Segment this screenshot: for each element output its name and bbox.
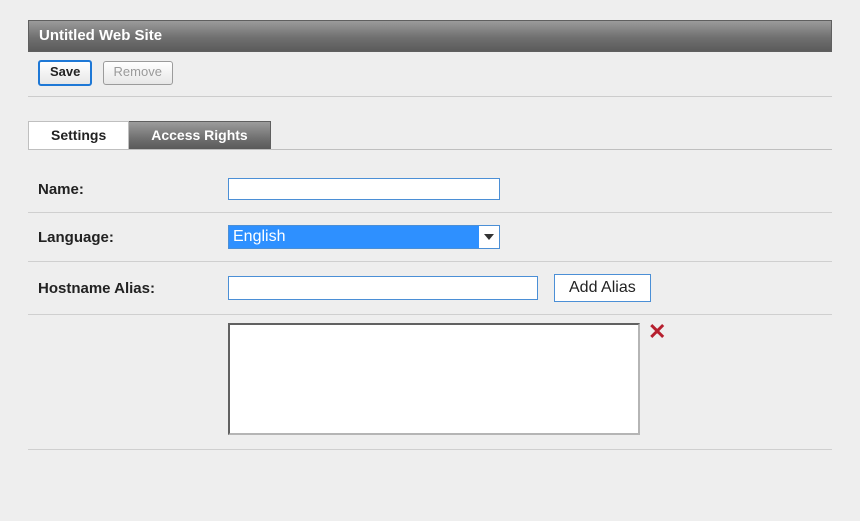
tab-access-rights[interactable]: Access Rights bbox=[128, 121, 270, 149]
save-button[interactable]: Save bbox=[38, 60, 92, 86]
name-label: Name: bbox=[38, 181, 228, 198]
remove-button: Remove bbox=[103, 61, 173, 85]
row-name: Name: bbox=[28, 166, 832, 213]
settings-form: Name: Language: English Hostname Alias: … bbox=[28, 166, 832, 450]
tabs: SettingsAccess Rights bbox=[28, 121, 832, 150]
language-label: Language: bbox=[38, 229, 228, 246]
language-selected: English bbox=[229, 226, 479, 248]
alias-textarea[interactable] bbox=[228, 323, 640, 435]
page-title: Untitled Web Site bbox=[28, 20, 832, 52]
language-dropdown[interactable]: English bbox=[228, 225, 500, 249]
hostname-label: Hostname Alias: bbox=[38, 280, 228, 297]
tab-settings[interactable]: Settings bbox=[28, 121, 129, 149]
page-title-text: Untitled Web Site bbox=[39, 27, 162, 44]
row-alias-list: ✕ bbox=[28, 315, 832, 450]
action-toolbar: Save Remove bbox=[28, 52, 832, 97]
row-hostname: Hostname Alias: Add Alias bbox=[28, 262, 832, 315]
chevron-down-icon bbox=[479, 226, 499, 248]
row-language: Language: English bbox=[28, 213, 832, 262]
add-alias-button[interactable]: Add Alias bbox=[554, 274, 651, 302]
delete-alias-icon[interactable]: ✕ bbox=[648, 323, 666, 341]
hostname-input[interactable] bbox=[228, 276, 538, 300]
name-input[interactable] bbox=[228, 178, 500, 200]
